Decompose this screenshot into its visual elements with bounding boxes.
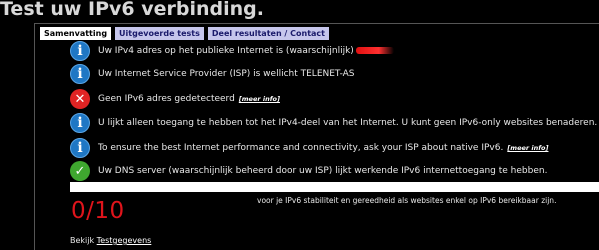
info-icon: i (70, 64, 90, 84)
redacted-ip-mark (355, 47, 394, 54)
tab-summary[interactable]: Samenvatting (40, 27, 112, 40)
more-info-link[interactable]: [meer info] (507, 144, 548, 152)
result-ipv4-address: i Uw IPv4 adres op het publieke Internet… (70, 40, 394, 62)
result-dns-ipv6: ✓ Uw DNS server (waarschijnlijk beheerd … (70, 160, 547, 182)
info-icon: i (70, 138, 90, 158)
result-isp: i Uw Internet Service Provider (ISP) is … (70, 63, 355, 85)
footer: Bekijk Testgegevens (70, 236, 151, 245)
result-ask-isp: i To ensure the best Internet performanc… (70, 137, 548, 159)
result-ipv4-only: i U lijkt alleen toegang te hebben tot h… (70, 112, 597, 134)
page-title: Test uw IPv6 verbinding. (0, 0, 264, 20)
result-text: Geen IPv6 adres gedetecteerd (98, 94, 235, 104)
result-text: U lijkt alleen toegang te hebben tot het… (98, 118, 598, 128)
info-icon: i (70, 113, 90, 133)
score-note: voor je IPv6 stabiliteit en gereedheid a… (257, 196, 557, 205)
info-icon: i (70, 41, 90, 61)
tab-bar: Samenvatting Uitgevoerde tests Deel resu… (40, 27, 329, 40)
result-text: Uw Internet Service Provider (ISP) is we… (98, 69, 355, 79)
result-text: Uw IPv4 adres op het publieke Internet i… (98, 46, 394, 56)
error-icon: ✕ (70, 89, 90, 109)
score-value: 0/10 (71, 198, 125, 224)
tab-tests-performed[interactable]: Uitgevoerde tests (115, 27, 204, 40)
test-data-link[interactable]: Testgegevens (97, 236, 152, 245)
footer-prefix: Bekijk (70, 236, 95, 245)
result-text: Uw DNS server (waarschijnlijk beheerd do… (98, 166, 548, 176)
more-info-link[interactable]: [meer info] (239, 95, 280, 103)
result-text: To ensure the best Internet performance … (98, 143, 504, 153)
result-no-ipv6: ✕ Geen IPv6 adres gedetecteerd [meer inf… (70, 88, 280, 110)
check-icon: ✓ (70, 161, 90, 181)
tab-share-results-contact[interactable]: Deel resultaten / Contact (207, 27, 329, 40)
score-bar (70, 182, 599, 192)
